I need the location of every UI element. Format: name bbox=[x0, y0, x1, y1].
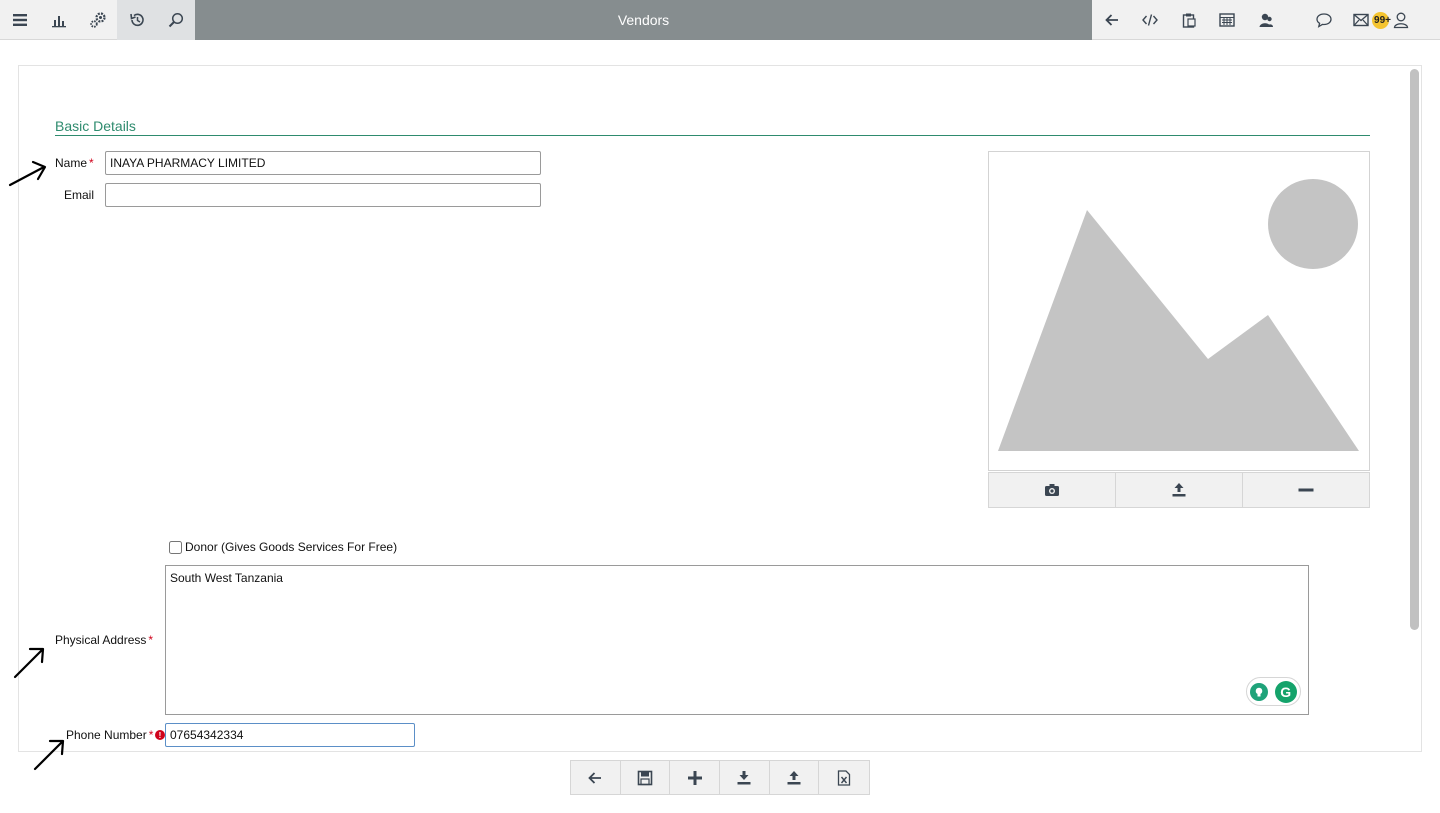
donor-label[interactable]: Donor (Gives Goods Services For Free) bbox=[185, 540, 397, 554]
keyboard-icon[interactable] bbox=[1207, 0, 1246, 40]
users-icon[interactable] bbox=[1246, 0, 1285, 40]
save-icon[interactable] bbox=[621, 761, 671, 794]
email-label: Email bbox=[64, 188, 95, 202]
title-bar: Vendors bbox=[195, 0, 1092, 40]
annotation-arrow bbox=[13, 647, 45, 679]
physical-address-textarea[interactable]: South West Tanzania bbox=[165, 565, 1309, 715]
excel-icon[interactable] bbox=[819, 761, 869, 794]
back-arrow-icon[interactable] bbox=[1092, 0, 1131, 40]
lightbulb-icon[interactable] bbox=[1250, 682, 1269, 701]
bar-chart-icon[interactable] bbox=[39, 0, 78, 40]
image-actions bbox=[988, 472, 1370, 508]
phone-number-input[interactable] bbox=[165, 723, 415, 747]
upload-icon[interactable] bbox=[1116, 473, 1243, 507]
scrollbar-thumb[interactable] bbox=[1410, 69, 1419, 630]
name-input[interactable] bbox=[105, 151, 541, 175]
clipboard-icon[interactable] bbox=[1169, 0, 1208, 40]
annotation-arrow bbox=[33, 739, 65, 771]
settings-gears-icon[interactable] bbox=[78, 0, 117, 40]
code-icon[interactable] bbox=[1130, 0, 1169, 40]
bottom-toolbar bbox=[570, 760, 870, 795]
grammarly-widget[interactable]: G bbox=[1246, 677, 1301, 706]
physical-address-label: Physical Address * bbox=[55, 633, 154, 647]
donor-checkbox[interactable] bbox=[169, 541, 182, 554]
download-icon[interactable] bbox=[720, 761, 770, 794]
chat-icon[interactable] bbox=[1304, 0, 1343, 40]
section-title: Basic Details bbox=[55, 118, 136, 134]
image-placeholder-icon bbox=[998, 179, 1359, 451]
top-bar: Vendors 99+ bbox=[0, 0, 1440, 40]
annotation-arrow bbox=[8, 160, 47, 187]
name-label: Name * bbox=[55, 156, 94, 170]
search-icon[interactable] bbox=[156, 0, 195, 40]
required-marker: * bbox=[89, 156, 94, 170]
add-icon[interactable] bbox=[670, 761, 721, 794]
upload-icon[interactable] bbox=[770, 761, 820, 794]
required-marker: * bbox=[148, 633, 154, 647]
image-preview[interactable] bbox=[988, 151, 1370, 471]
error-icon: ! bbox=[155, 730, 165, 740]
grammarly-icon[interactable]: G bbox=[1274, 680, 1297, 703]
back-icon[interactable] bbox=[571, 761, 621, 794]
phone-number-label: Phone Number * bbox=[66, 728, 154, 742]
required-marker: * bbox=[148, 728, 154, 742]
user-icon[interactable] bbox=[1386, 0, 1416, 40]
email-input[interactable] bbox=[105, 183, 541, 207]
history-icon[interactable] bbox=[117, 0, 156, 40]
section-divider bbox=[55, 135, 1370, 136]
camera-icon[interactable] bbox=[989, 473, 1116, 507]
menu-icon[interactable] bbox=[0, 0, 39, 40]
remove-icon[interactable] bbox=[1243, 473, 1369, 507]
page-title: Vendors bbox=[617, 12, 670, 28]
